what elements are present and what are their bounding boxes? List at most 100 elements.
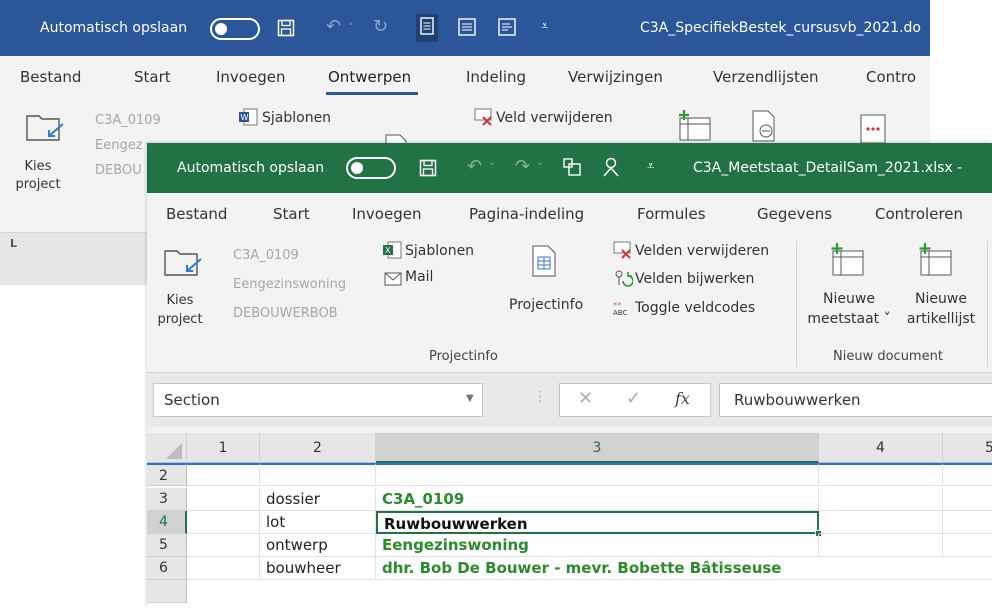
word-kies-label-2: project [15,177,61,192]
read-mode-icon[interactable] [458,18,476,40]
formula-input-value: Ruwbouwwerken [734,391,861,409]
word-tab-verwijzingen[interactable]: Verwijzingen [568,68,663,86]
word-tab-start[interactable]: Start [134,68,171,86]
projectinfo-icon [532,245,556,281]
excel-velden-verwijderen-button[interactable]: Velden verwijderen [635,243,769,259]
word-sjablonen-button[interactable]: Sjablonen [262,110,331,126]
excel-save-icon[interactable] [419,159,437,181]
excel-tab-gegevens[interactable]: Gegevens [757,205,832,223]
excel-projectinfo-button[interactable]: Projectinfo [509,297,583,313]
word-veld-verwijderen-button[interactable]: Veld verwijderen [496,110,613,126]
excel-redo-dropdown-icon[interactable]: ˅ [537,162,543,173]
cell-d3[interactable] [819,488,943,511]
cell-d2[interactable] [819,463,943,486]
word-kies-label-1: Kies [24,159,52,174]
cell-a3[interactable] [187,488,260,511]
excel-tab-formules[interactable]: Formules [637,205,706,223]
row-header-4[interactable]: 4 [147,511,187,534]
word-tab-controleren[interactable]: Contro [866,68,916,86]
column-header-3[interactable]: 3 [376,433,819,463]
excel-tab-start[interactable]: Start [273,205,310,223]
word-project-code: C3A_0109 [95,113,161,128]
excel-customize-toolbar-icon[interactable]: ⩡ [647,160,654,173]
web-layout-icon[interactable] [498,18,516,40]
column-header-1[interactable]: 1 [187,433,260,463]
cancel-entry-icon[interactable]: ✕ [578,388,593,409]
excel-tab-pagina-indeling[interactable]: Pagina-indeling [469,205,584,223]
cell-c2[interactable] [376,463,819,486]
name-box-dropdown-icon[interactable]: ▼ [466,393,474,404]
row-header-5[interactable]: 5 [147,534,187,557]
excel-ribbon-tabs: Bestand Start Invoegen Pagina-indeling F… [147,193,992,233]
excel-redo-icon[interactable]: ↷ [515,158,530,176]
column-header-2[interactable]: 2 [260,433,376,463]
word-tab-bestand[interactable]: Bestand [20,68,81,86]
cell-c5[interactable]: Eengezinswoning [376,534,819,557]
excel-undo-icon[interactable]: ↶ [467,158,482,176]
formula-bar: Section ▼ ⋮ ✕ ✓ fx Ruwbouwwerken [147,373,992,427]
undo-dropdown-icon[interactable]: ˅ [348,22,354,33]
excel-tab-controleren[interactable]: Controleren [875,205,963,223]
word-autosave-toggle[interactable] [210,18,260,40]
word-kies-project-button[interactable]: Kies project [10,158,66,194]
excel-kies-project-button[interactable]: Kies project [155,291,205,329]
excel-folder-arrow-icon [163,245,203,283]
word-tab-invoegen[interactable]: Invoegen [216,68,285,86]
excel-project-info-lines: C3A_0109 Eengezinswoning DEBOUWERBOB [233,241,346,328]
name-box[interactable]: Section ▼ [153,383,483,417]
save-icon[interactable] [277,19,295,41]
cell-b6[interactable]: bouwheer [260,557,376,580]
formula-bar-grip-icon[interactable]: ⋮ [533,389,547,405]
new-artikellijst-icon [915,243,955,281]
word-tab-ontwerpen[interactable]: Ontwerpen [328,68,411,86]
cell-d5[interactable] [819,534,943,557]
cell-d4[interactable] [819,511,943,534]
column-header-4[interactable]: 4 [819,433,943,463]
row-header-6[interactable]: 6 [147,557,187,580]
customize-toolbar-icon[interactable]: ⩡ [541,20,548,33]
cell-b2[interactable] [260,463,376,486]
row-header-7[interactable] [147,580,187,603]
redo-icon[interactable]: ↻ [373,18,388,36]
excel-mail-button[interactable]: Mail [405,269,433,285]
cell-b5[interactable]: ontwerp [260,534,376,557]
word-tab-indeling[interactable]: Indeling [466,68,526,86]
ruler-tab-marker[interactable]: L [10,237,17,250]
excel-title-bar: Automatisch opslaan ↶ ˅ ↷ ˅ ⩡ C3A_Meetst… [147,143,992,193]
share-sheet-icon[interactable] [563,158,581,180]
confirm-entry-icon[interactable]: ✓ [626,388,641,409]
excel-tab-bestand[interactable]: Bestand [166,205,227,223]
excel-nieuwe-meetstaat-button[interactable]: Nieuwe meetstaat ˅ [807,289,891,329]
excel-nieuwe-artikellijst-button[interactable]: Nieuwe artikellijst [899,289,983,329]
formula-buttons: ✕ ✓ fx [559,383,711,417]
undo-icon[interactable]: ↶ [326,18,341,36]
cell-c6[interactable]: dhr. Bob De Bouwer - mevr. Bobette Bâtis… [376,557,992,580]
excel-toggle-veldcodes-button[interactable]: Toggle veldcodes [635,300,755,316]
cell-e4[interactable] [943,511,992,534]
cell-c3[interactable]: C3A_0109 [376,488,819,511]
cell-c4-active[interactable]: Ruwbouwwerken [376,511,819,534]
row-header-2[interactable]: 2 [147,463,187,486]
cell-a4[interactable] [187,511,260,534]
formula-input[interactable]: Ruwbouwwerken [719,383,992,417]
insert-function-icon[interactable]: fx [675,389,690,408]
excel-sjablonen-button[interactable]: Sjablonen [405,243,474,259]
column-header-5[interactable]: 5 [943,433,992,463]
word-tab-verzendlijsten[interactable]: Verzendlijsten [713,68,819,86]
select-all-corner[interactable] [147,433,187,463]
user-icon[interactable] [602,157,620,181]
excel-autosave-toggle[interactable] [346,157,396,179]
excel-undo-dropdown-icon[interactable]: ˅ [489,162,495,173]
cell-b3[interactable]: dossier [260,488,376,511]
cell-a2[interactable] [187,463,260,486]
excel-tab-invoegen[interactable]: Invoegen [352,205,421,223]
cell-e5[interactable] [943,534,992,557]
cell-e3[interactable] [943,488,992,511]
cell-a5[interactable] [187,534,260,557]
cell-a6[interactable] [187,557,260,580]
cell-b4[interactable]: lot [260,511,376,534]
cell-e2[interactable] [943,463,992,486]
row-header-3[interactable]: 3 [147,488,187,511]
print-layout-icon[interactable] [416,14,438,42]
excel-velden-bijwerken-button[interactable]: Velden bijwerken [635,271,754,287]
